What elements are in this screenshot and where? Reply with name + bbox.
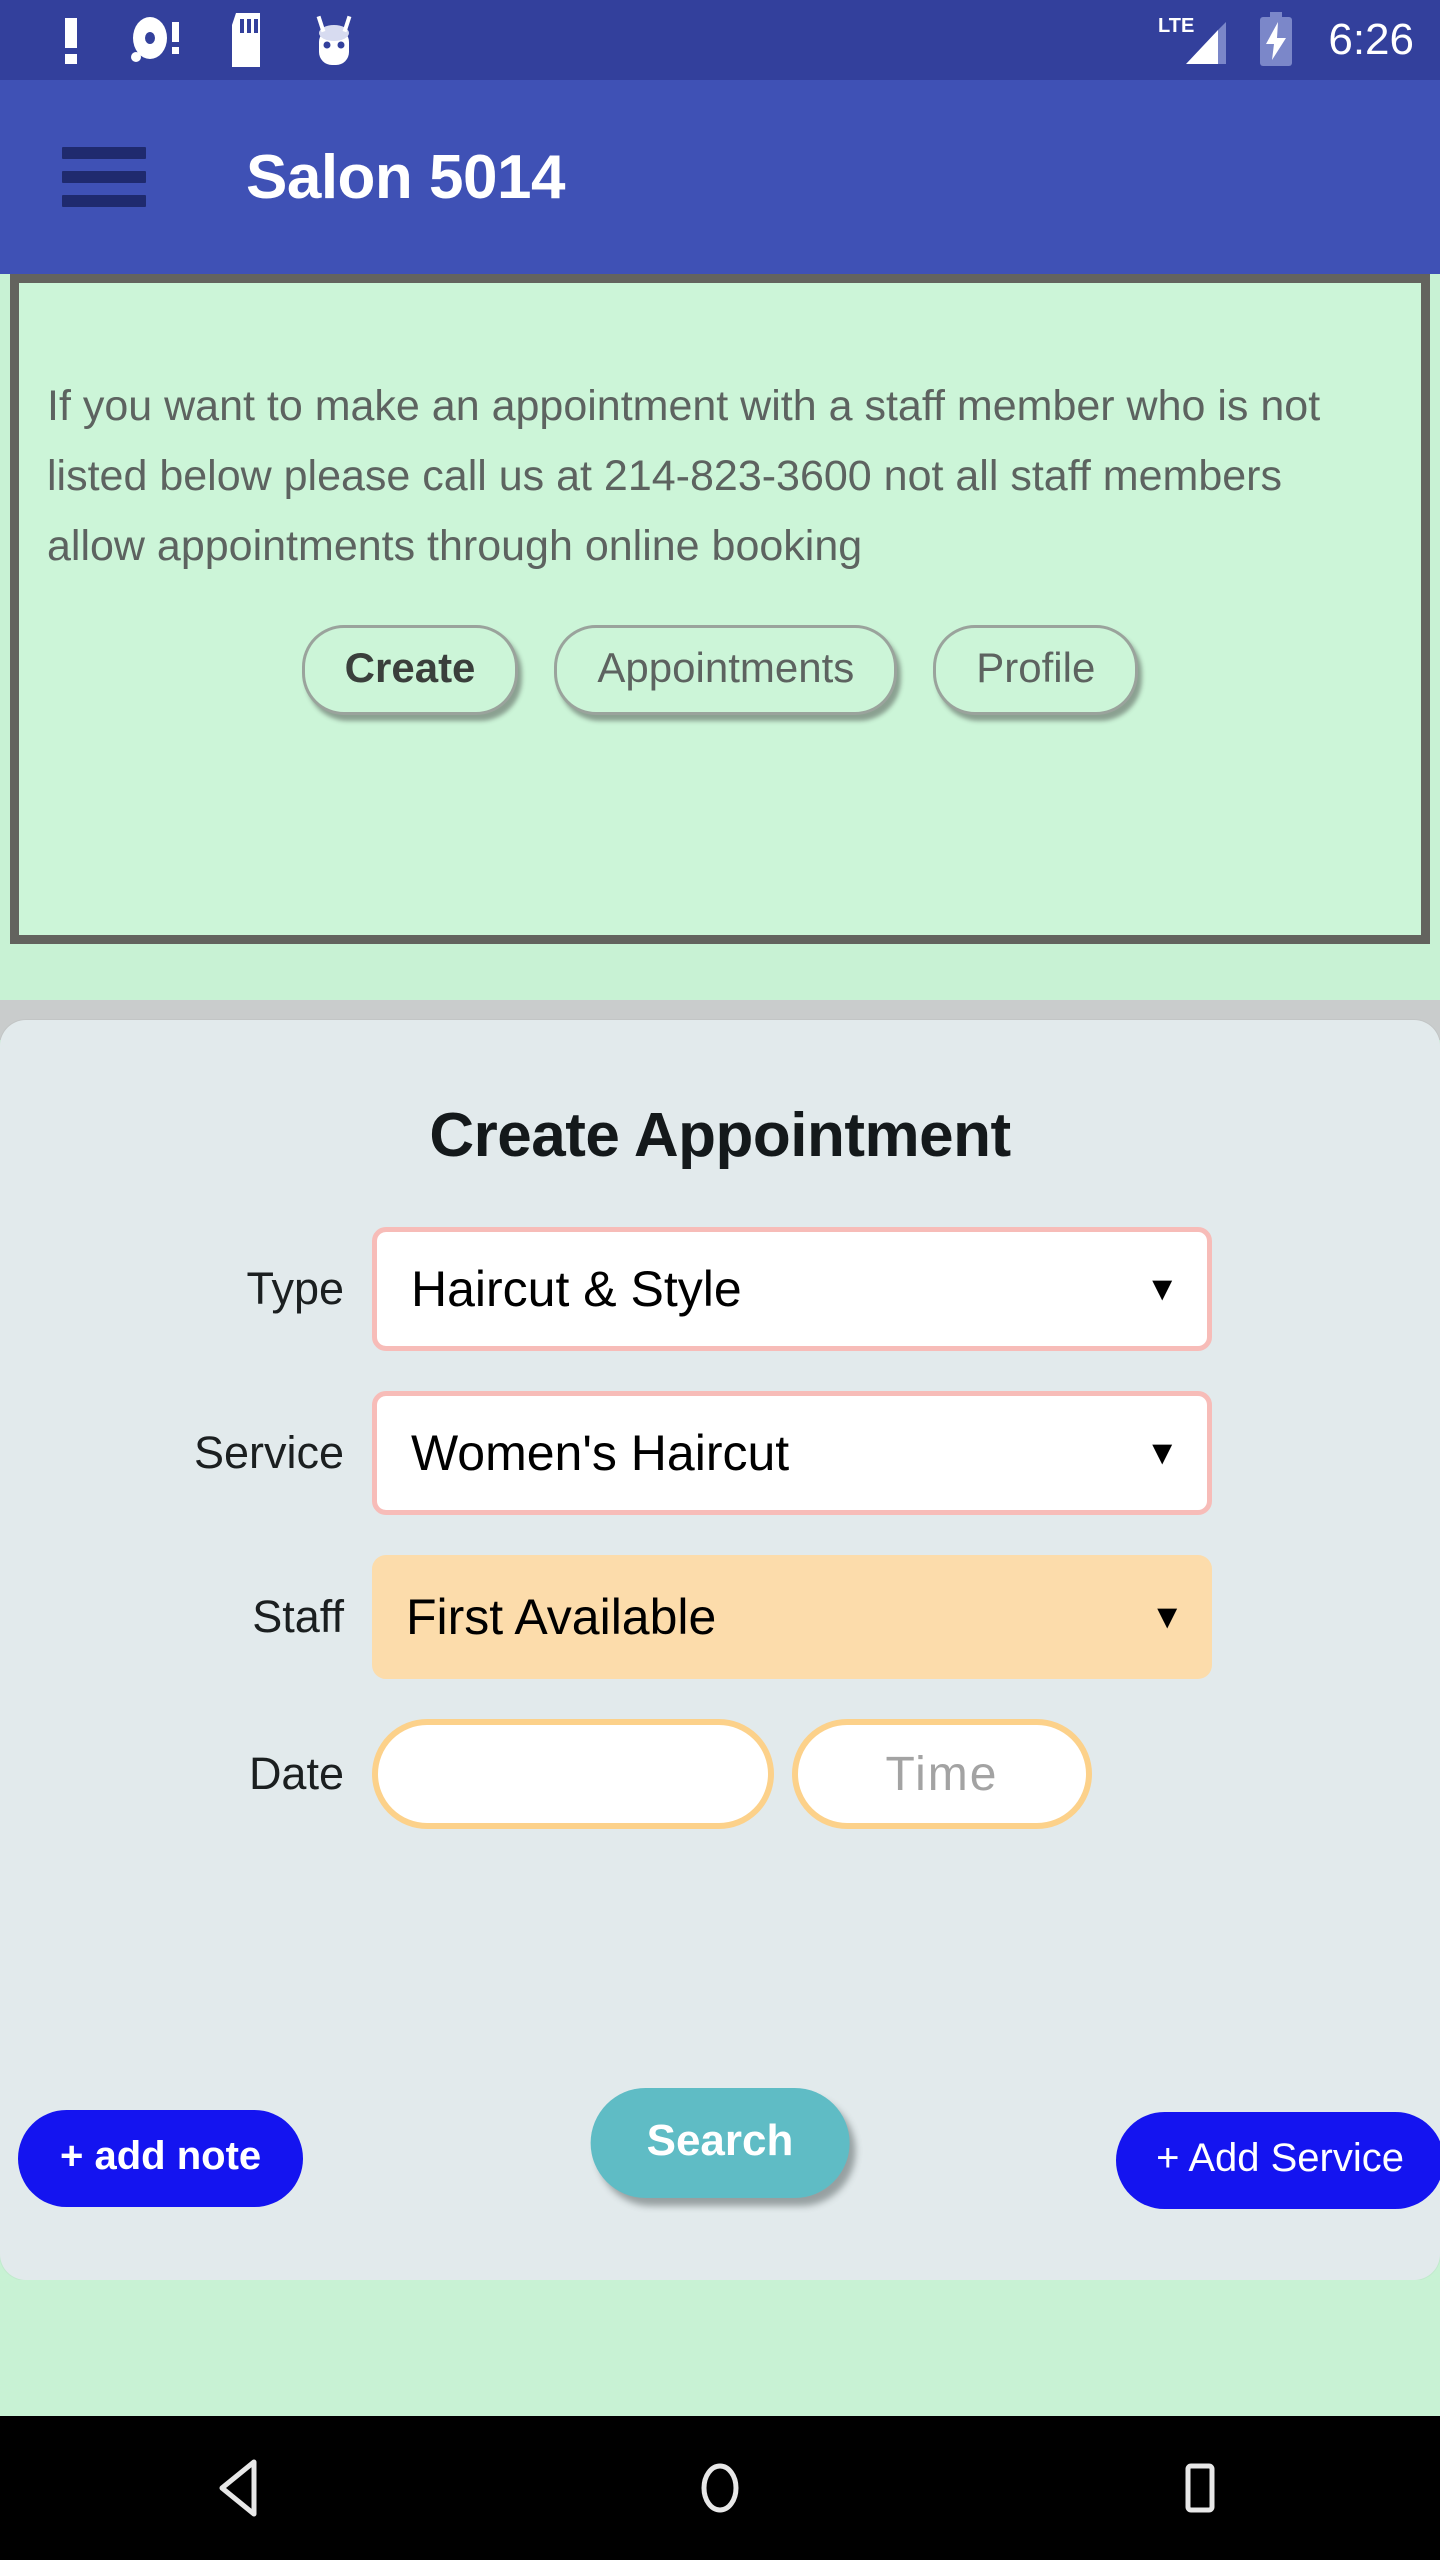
android-nav-bar [0, 2416, 1440, 2560]
phone-screen: LTE 6:26 Salon 5014 If you want to make … [0, 0, 1440, 2560]
form-row-type: Type Haircut & Style ▼ [0, 1227, 1440, 1351]
back-button[interactable] [180, 2428, 300, 2548]
svg-text:LTE: LTE [1158, 15, 1194, 37]
notice-message: If you want to make an appointment with … [47, 382, 1321, 570]
appointment-form: Type Haircut & Style ▼ Service Women's H… [0, 1227, 1440, 1829]
card-heading: Create Appointment [429, 1101, 1011, 1170]
status-bar-left-icons [56, 13, 358, 67]
form-row-staff: Staff First Available ▼ [0, 1555, 1440, 1679]
lte-signal-icon: LTE [1158, 15, 1227, 64]
notice-banner: If you want to make an appointment with … [10, 274, 1430, 944]
type-select[interactable]: Haircut & Style ▼ [372, 1227, 1212, 1351]
type-select-value: Haircut & Style [411, 1261, 742, 1317]
add-service-button[interactable]: + Add Service [1116, 2112, 1440, 2209]
add-note-button[interactable]: + add note [18, 2110, 304, 2207]
search-button[interactable]: Search [590, 2088, 850, 2198]
status-bar: LTE 6:26 [0, 0, 1440, 80]
battery-charging-icon [1260, 12, 1293, 66]
app-bar: Salon 5014 [0, 80, 1440, 274]
recents-button[interactable] [1140, 2428, 1260, 2548]
home-circle-icon [701, 2463, 739, 2513]
tab-create[interactable]: Create [301, 625, 519, 715]
page-background-bottom [0, 2280, 1440, 2416]
tab-profile[interactable]: Profile [933, 625, 1139, 715]
back-triangle-icon [219, 2459, 257, 2517]
hamburger-menu-icon[interactable] [62, 147, 146, 207]
android-head-icon [316, 15, 352, 65]
staff-control: First Available ▼ [372, 1555, 1212, 1679]
status-bar-right-icons: LTE 6:26 [1156, 12, 1414, 68]
warning-exclamation-icon [65, 18, 77, 64]
disc-alert-icon [131, 17, 179, 62]
service-select-value: Women's Haircut [411, 1425, 790, 1481]
nav-tabs: Create Appointments Profile [19, 625, 1421, 715]
page-title: Salon 5014 [246, 142, 565, 212]
staff-select-value: First Available [406, 1589, 717, 1645]
type-control: Haircut & Style ▼ [372, 1227, 1212, 1351]
chevron-down-icon: ▼ [1150, 1598, 1184, 1636]
date-label: Date [248, 1748, 344, 1799]
status-bar-clock: 6:26 [1328, 15, 1414, 64]
service-control: Women's Haircut ▼ [372, 1391, 1212, 1515]
chevron-down-icon: ▼ [1145, 1270, 1179, 1308]
service-select[interactable]: Women's Haircut ▼ [372, 1391, 1212, 1515]
tab-appointments[interactable]: Appointments [554, 625, 898, 715]
create-appointment-card: Create Appointment Type Haircut & Style … [0, 1020, 1440, 2280]
form-row-date: Date Time [0, 1719, 1440, 1829]
card-action-buttons: + add note Search + Add Service [0, 2088, 1440, 2218]
staff-select[interactable]: First Available ▼ [372, 1555, 1212, 1679]
recents-square-icon [1185, 2463, 1215, 2513]
time-input[interactable]: Time [792, 1719, 1092, 1829]
sd-card-icon [232, 13, 260, 67]
service-label: Service [193, 1427, 344, 1478]
chevron-down-icon: ▼ [1145, 1434, 1179, 1472]
date-input[interactable] [372, 1719, 774, 1829]
notice-banner-area: If you want to make an appointment with … [0, 274, 1440, 954]
home-button[interactable] [660, 2428, 780, 2548]
type-label: Type [246, 1263, 344, 1314]
form-row-service: Service Women's Haircut ▼ [0, 1391, 1440, 1515]
staff-label: Staff [252, 1591, 344, 1642]
date-time-control: Time [372, 1719, 1092, 1829]
